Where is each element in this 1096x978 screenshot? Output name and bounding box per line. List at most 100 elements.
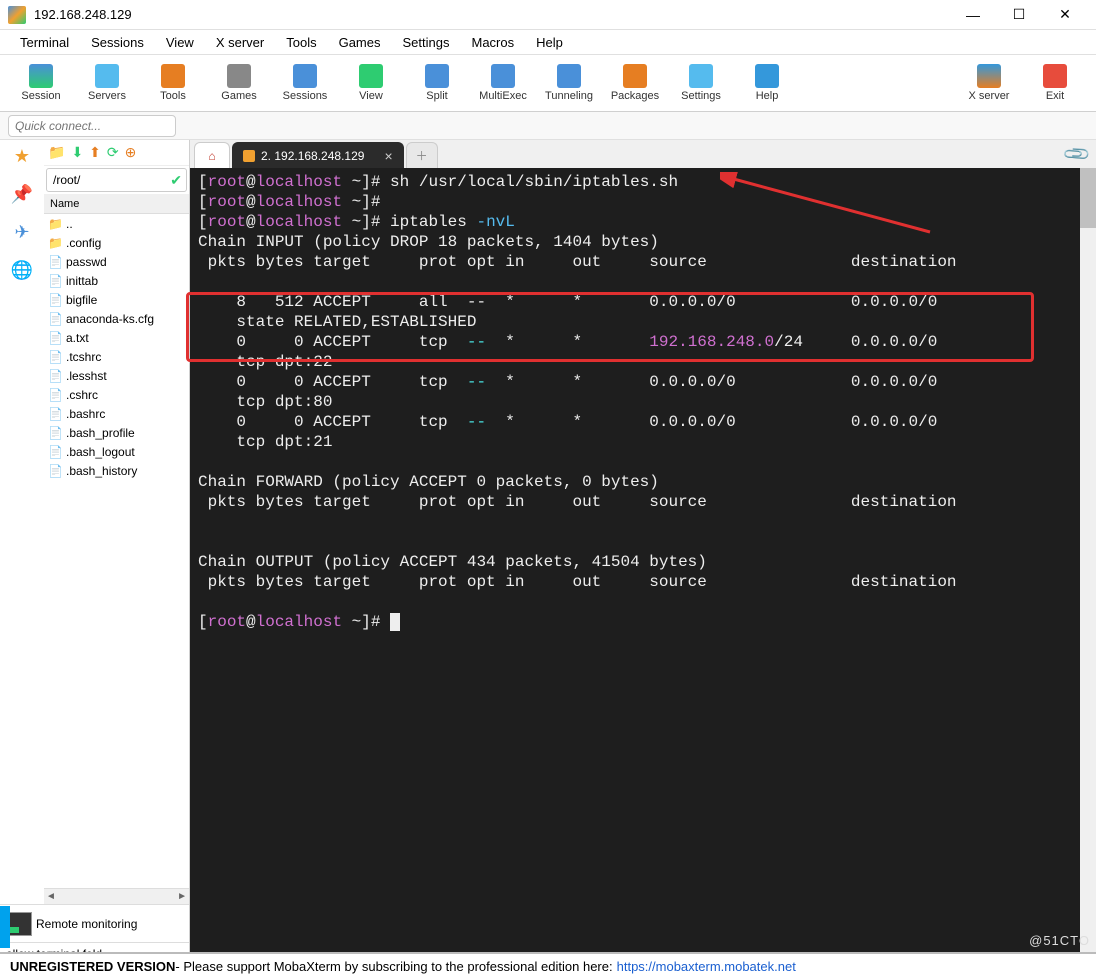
tool-icon — [623, 64, 647, 88]
file-item[interactable]: 📄.tcshrc — [44, 347, 189, 366]
file-item[interactable]: 📄bigfile — [44, 290, 189, 309]
fb-download-icon[interactable]: ⬇ — [71, 144, 83, 161]
tab-session-label: 2. 192.168.248.129 — [261, 149, 364, 163]
tool-x-server[interactable]: X server — [956, 62, 1022, 104]
file-item[interactable]: 📄.bash_profile — [44, 423, 189, 442]
close-button[interactable]: ✕ — [1042, 0, 1088, 30]
tool-exit[interactable]: Exit — [1022, 62, 1088, 104]
file-item[interactable]: 📄passwd — [44, 252, 189, 271]
tool-label: Packages — [611, 90, 659, 102]
tool-label: Games — [221, 90, 256, 102]
statusbar: UNREGISTERED VERSION - Please support Mo… — [0, 952, 1096, 978]
file-icon: 📄 — [48, 445, 62, 459]
tool-tools[interactable]: Tools — [140, 62, 206, 104]
tab-close-icon[interactable]: × — [384, 148, 392, 164]
sidebar-icon-strip: ★ 📌 ✈ 🌐 — [0, 140, 44, 904]
file-item[interactable]: 📄anaconda-ks.cfg — [44, 309, 189, 328]
tab-new[interactable]: ＋ — [406, 142, 438, 168]
unregistered-label: UNREGISTERED VERSION — [10, 959, 175, 974]
tool-settings[interactable]: Settings — [668, 62, 734, 104]
tab-session-icon — [243, 150, 255, 162]
tool-view[interactable]: View — [338, 62, 404, 104]
menu-x-server[interactable]: X server — [206, 33, 274, 52]
folder-icon: 📁 — [48, 236, 62, 250]
fb-refresh-icon[interactable]: ⟳ — [107, 144, 119, 161]
menu-macros[interactable]: Macros — [461, 33, 524, 52]
statusbar-message: - Please support MobaXterm by subscribin… — [175, 959, 612, 974]
file-browser: 📁 ⬇ ⬆ ⟳ ⊕ /root/ ✔ Name 📁..📁.config📄pass… — [44, 140, 189, 904]
tool-label: MultiExec — [479, 90, 527, 102]
file-name: .cshrc — [66, 388, 98, 402]
terminal[interactable]: [root@localhost ~]# sh /usr/local/sbin/i… — [190, 168, 1096, 966]
file-item[interactable]: 📄.cshrc — [44, 385, 189, 404]
menu-sessions[interactable]: Sessions — [81, 33, 154, 52]
tool-label: Tunneling — [545, 90, 593, 102]
menu-games[interactable]: Games — [329, 33, 391, 52]
tool-servers[interactable]: Servers — [74, 62, 140, 104]
tool-games[interactable]: Games — [206, 62, 272, 104]
file-item[interactable]: 📄a.txt — [44, 328, 189, 347]
fb-newfolder-icon[interactable]: ⊕ — [125, 144, 137, 161]
tool-label: View — [359, 90, 383, 102]
app-icon — [8, 6, 26, 24]
tool-tunneling[interactable]: Tunneling — [536, 62, 602, 104]
send-icon[interactable]: ✈ — [10, 220, 34, 244]
file-browser-header[interactable]: Name — [44, 194, 189, 214]
tool-label: Exit — [1046, 90, 1064, 102]
terminal-scrollbar[interactable] — [1080, 168, 1096, 966]
file-item[interactable]: 📄.bash_history — [44, 461, 189, 480]
file-item[interactable]: 📄.bashrc — [44, 404, 189, 423]
paperclip-icon[interactable]: 📎 — [1061, 139, 1092, 170]
file-item[interactable]: 📁.config — [44, 233, 189, 252]
titlebar: 192.168.248.129 — ☐ ✕ — [0, 0, 1096, 30]
statusbar-link[interactable]: https://mobaxterm.mobatek.net — [617, 959, 796, 974]
quick-connect-input[interactable] — [8, 115, 176, 137]
tool-icon — [29, 64, 53, 88]
tab-home[interactable]: ⌂ — [194, 142, 230, 168]
remote-monitoring[interactable]: Remote monitoring — [0, 904, 189, 942]
menu-settings[interactable]: Settings — [393, 33, 460, 52]
file-icon: 📄 — [48, 255, 62, 269]
tool-split[interactable]: Split — [404, 62, 470, 104]
globe-icon[interactable]: 🌐 — [10, 258, 34, 282]
file-item[interactable]: 📁.. — [44, 214, 189, 233]
file-icon: 📄 — [48, 369, 62, 383]
tool-packages[interactable]: Packages — [602, 62, 668, 104]
tool-label: Settings — [681, 90, 721, 102]
file-item[interactable]: 📄.lesshst — [44, 366, 189, 385]
tool-multiexec[interactable]: MultiExec — [470, 62, 536, 104]
quickconnect-row — [0, 112, 1096, 140]
fb-upload-icon[interactable]: ⬆ — [89, 144, 101, 161]
tool-icon — [359, 64, 383, 88]
file-browser-path[interactable]: /root/ ✔ — [46, 168, 187, 192]
file-item[interactable]: 📄 .bash_logout — [44, 442, 189, 461]
maximize-button[interactable]: ☐ — [996, 0, 1042, 30]
main-area: ★ 📌 ✈ 🌐 📁 ⬇ ⬆ ⟳ ⊕ /root/ ✔ Name 📁..� — [0, 140, 1096, 966]
pin-icon[interactable]: 📌 — [10, 182, 34, 206]
file-item[interactable]: 📄inittab — [44, 271, 189, 290]
sidebar: ★ 📌 ✈ 🌐 📁 ⬇ ⬆ ⟳ ⊕ /root/ ✔ Name 📁..� — [0, 140, 190, 966]
menu-tools[interactable]: Tools — [276, 33, 326, 52]
menu-terminal[interactable]: Terminal — [10, 33, 79, 52]
tool-icon — [755, 64, 779, 88]
fb-folder-icon[interactable]: 📁 — [48, 144, 65, 161]
menu-view[interactable]: View — [156, 33, 204, 52]
tool-sessions[interactable]: Sessions — [272, 62, 338, 104]
menu-help[interactable]: Help — [526, 33, 573, 52]
star-icon[interactable]: ★ — [10, 144, 34, 168]
tab-session-active[interactable]: 2. 192.168.248.129 × — [232, 142, 404, 168]
window-title: 192.168.248.129 — [34, 7, 950, 22]
file-name: .bash_logout — [66, 445, 135, 459]
tool-label: Help — [756, 90, 779, 102]
tool-session[interactable]: Session — [8, 62, 74, 104]
file-icon: 📄 — [48, 331, 62, 345]
minimize-button[interactable]: — — [950, 0, 996, 30]
file-name: .. — [66, 217, 73, 231]
tool-help[interactable]: Help — [734, 62, 800, 104]
file-icon: 📄 — [48, 312, 62, 326]
file-browser-hscroll[interactable]: ◄► — [44, 888, 189, 904]
tool-icon — [425, 64, 449, 88]
taskbar-edge — [0, 906, 10, 948]
tool-icon — [491, 64, 515, 88]
folder-icon: 📁 — [48, 217, 62, 231]
